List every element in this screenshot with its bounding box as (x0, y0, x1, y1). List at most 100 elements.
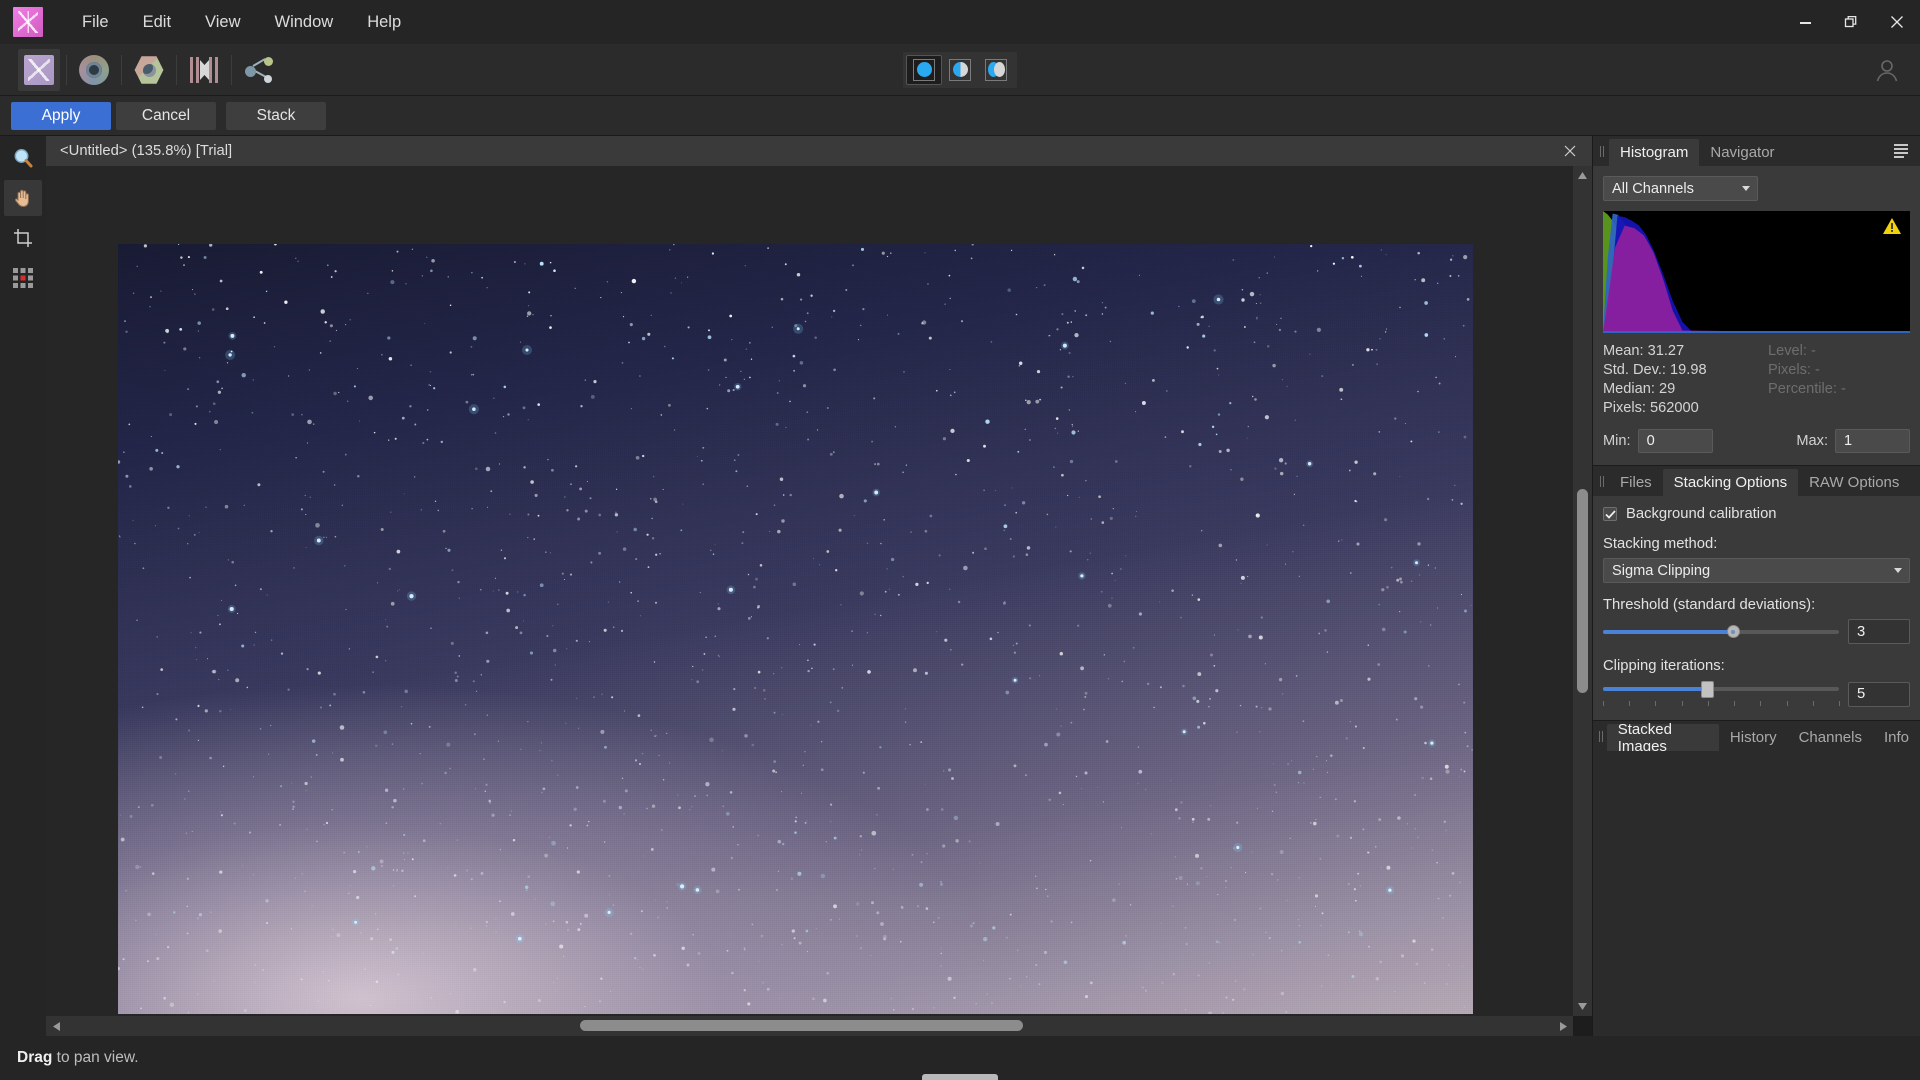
restore-button[interactable] (1828, 0, 1874, 44)
canvas-horizontal-scrollbar[interactable] (46, 1016, 1573, 1036)
threshold-slider-knob[interactable] (1727, 625, 1740, 638)
share-nodes-icon (245, 57, 273, 83)
panel-menu-icon[interactable] (1894, 142, 1912, 160)
circle-side-by-side-icon (985, 59, 1007, 81)
stacking-options-panel: Files Stacking Options RAW Options Backg… (1593, 466, 1920, 721)
right-dock: Histogram Navigator All Channels (1592, 136, 1920, 1036)
histogram-chart[interactable] (1603, 211, 1910, 333)
stacking-method-label: Stacking method: (1603, 536, 1910, 552)
chevron-down-icon (1894, 568, 1902, 573)
tab-navigator[interactable]: Navigator (1699, 139, 1785, 166)
panel-grip-icon[interactable] (1595, 136, 1609, 166)
stat-stddev: Std. Dev.: 19.98 (1603, 361, 1910, 380)
menu-window[interactable]: Window (258, 0, 351, 44)
scroll-left-arrow[interactable] (46, 1016, 66, 1036)
tone-mapping-persona-icon (189, 57, 219, 83)
menu-help[interactable]: Help (350, 0, 418, 44)
slider-fill (1603, 630, 1733, 634)
circle-filled-icon (913, 59, 935, 81)
tab-raw-options[interactable]: RAW Options (1798, 469, 1910, 496)
max-input[interactable]: 1 (1835, 429, 1910, 453)
panel-grip-icon[interactable] (1595, 721, 1607, 751)
canvas-viewport[interactable] (46, 166, 1573, 1016)
split-view-button[interactable] (942, 55, 978, 85)
view-mode-group (903, 52, 1017, 88)
swatch-tool-button[interactable] (4, 260, 42, 296)
tab-files[interactable]: Files (1609, 469, 1663, 496)
document-area: <Untitled> (135.8%) [Trial] (46, 136, 1592, 1036)
mirror-view-button[interactable] (978, 55, 1014, 85)
menu-view[interactable]: View (188, 0, 257, 44)
cancel-button[interactable]: Cancel (116, 102, 216, 130)
canvas-vertical-scrollbar[interactable] (1573, 166, 1592, 1016)
tab-info[interactable]: Info (1873, 724, 1920, 751)
warning-triangle-icon[interactable] (1883, 218, 1901, 234)
document-close-icon[interactable] (1558, 136, 1582, 166)
tab-channels[interactable]: Channels (1788, 724, 1873, 751)
persona-group (18, 44, 280, 96)
liquify-persona-button[interactable] (73, 49, 115, 91)
panel-grip-icon[interactable] (1595, 466, 1609, 496)
clipping-slider-knob[interactable] (1701, 681, 1714, 698)
stat-median: Median: 29 (1603, 380, 1910, 399)
stats-secondary-column: Level: - Pixels: - Percentile: - (1768, 342, 1846, 399)
export-persona-button[interactable] (238, 49, 280, 91)
min-input[interactable]: 0 (1638, 429, 1713, 453)
channel-select[interactable]: All Channels (1603, 176, 1758, 201)
pan-tool-button[interactable] (4, 180, 42, 216)
window-controls (1782, 0, 1920, 44)
slider-fill (1603, 687, 1707, 691)
user-account-icon[interactable] (1872, 55, 1902, 85)
min-max-row: Min: 0 Max: 1 (1603, 429, 1910, 453)
stack-command-bar: Apply Cancel Stack (0, 96, 1920, 136)
tab-histogram[interactable]: Histogram (1609, 139, 1699, 166)
max-label: Max: (1796, 433, 1828, 449)
close-button[interactable] (1874, 0, 1920, 44)
threshold-slider[interactable] (1603, 623, 1839, 641)
stacking-method-value: Sigma Clipping (1612, 563, 1710, 579)
threshold-slider-row: 3 (1603, 619, 1910, 644)
clipping-slider[interactable] (1603, 680, 1839, 698)
scroll-up-arrow[interactable] (1573, 166, 1592, 185)
tool-rail (0, 136, 46, 1080)
clipping-input[interactable]: 5 (1848, 682, 1910, 707)
horizontal-scroll-thumb[interactable] (580, 1020, 1023, 1031)
stacked-images-panel: Stacked Images History Channels Info (1593, 721, 1920, 1080)
minimize-button[interactable] (1782, 0, 1828, 44)
background-calibration-checkbox[interactable] (1603, 507, 1617, 521)
toolbar-separator (66, 55, 67, 85)
apply-button[interactable]: Apply (11, 102, 111, 130)
scroll-right-arrow[interactable] (1553, 1016, 1573, 1036)
develop-persona-button[interactable] (128, 49, 170, 91)
vertical-scroll-thumb[interactable] (1577, 489, 1588, 693)
status-bar: Drag to pan view. (0, 1036, 1920, 1080)
menu-file[interactable]: File (65, 0, 126, 44)
starfield-image[interactable] (118, 244, 1473, 1014)
document-tab[interactable]: <Untitled> (135.8%) [Trial] (46, 136, 1592, 166)
stat-mean: Mean: 31.27 (1603, 342, 1910, 361)
photo-persona-button[interactable] (18, 49, 60, 91)
threshold-input[interactable]: 3 (1848, 619, 1910, 644)
document-title: <Untitled> (135.8%) [Trial] (60, 143, 232, 159)
menu-edit[interactable]: Edit (126, 0, 188, 44)
background-calibration-label: Background calibration (1626, 506, 1777, 522)
stacked-images-list[interactable] (1593, 751, 1920, 1080)
tab-stacking-options[interactable]: Stacking Options (1663, 469, 1798, 496)
clipping-slider-ticks (1603, 701, 1839, 708)
tone-mapping-persona-button[interactable] (183, 49, 225, 91)
tab-history[interactable]: History (1719, 724, 1788, 751)
background-calibration-row[interactable]: Background calibration (1603, 506, 1910, 522)
stacking-method-select[interactable]: Sigma Clipping (1603, 558, 1910, 583)
stacking-options-body: Background calibration Stacking method: … (1593, 496, 1920, 720)
scroll-down-arrow[interactable] (1573, 997, 1592, 1016)
single-view-button[interactable] (906, 55, 942, 85)
zoom-tool-button[interactable] (4, 140, 42, 176)
tab-stacked-images[interactable]: Stacked Images (1607, 724, 1719, 751)
threshold-group: Threshold (standard deviations): 3 (1603, 597, 1910, 644)
crop-tool-button[interactable] (4, 220, 42, 256)
circle-split-icon (949, 59, 971, 81)
stack-button[interactable]: Stack (226, 102, 326, 130)
status-hint-strong: Drag (17, 1049, 52, 1066)
stacked-images-tab-row: Stacked Images History Channels Info (1593, 721, 1920, 751)
taskbar-indicator (922, 1074, 998, 1080)
